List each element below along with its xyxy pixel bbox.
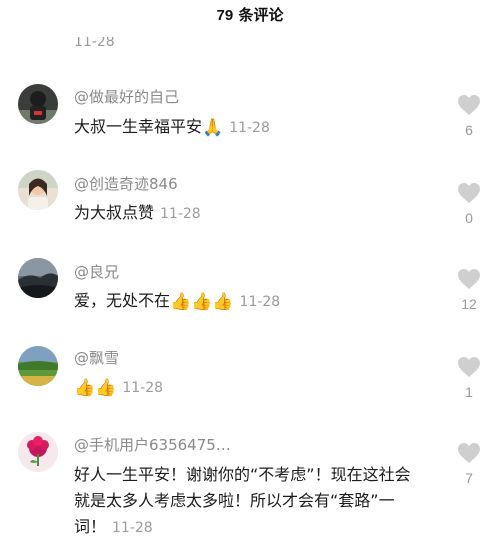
pray-emoji: 🙏 (202, 118, 224, 138)
avatar[interactable] (18, 258, 58, 298)
like-count: 7 (465, 470, 473, 486)
comments-header: 79 条评论 (0, 0, 500, 30)
comment-time: 11-28 (160, 206, 201, 222)
comment-message: 爱，无处不在 (74, 291, 171, 310)
thumbs-up-emoji: 👍👍👍 (170, 292, 234, 312)
avatar-flower-icon (18, 432, 58, 472)
like-count: 6 (465, 122, 473, 138)
comment-message: 大叔一生幸福平安 (74, 117, 203, 136)
heart-icon (458, 183, 480, 203)
comment-username[interactable]: @做最好的自己 (74, 87, 179, 107)
avatar[interactable] (18, 432, 58, 472)
like-button[interactable]: 7 (456, 442, 482, 486)
comment-username[interactable]: @飘雪 (74, 348, 119, 368)
comment-username[interactable]: @创造奇迹846 (74, 174, 178, 194)
comment-text: 大叔一生幸福平安🙏 11-28 (74, 114, 434, 141)
comment-text: 👍👍 11-28 (74, 374, 434, 401)
comment-text: 好人一生平安！谢谢你的“不考虑”！现在这社会就是太多人考虑太多啦！所以才会有“套… (74, 462, 414, 541)
comment-message: 为大叔点赞 (74, 203, 155, 222)
thumbs-up-emoji: 👍👍 (74, 378, 117, 398)
heart-icon (458, 269, 480, 289)
like-count: 12 (461, 296, 477, 312)
avatar-woman-portrait-icon (18, 170, 58, 210)
avatar-dark-portrait-icon (18, 84, 58, 124)
avatar[interactable] (18, 170, 58, 210)
comments-title: 条评论 (238, 6, 284, 24)
heart-icon (458, 95, 480, 115)
like-count: 1 (465, 384, 473, 400)
avatar-green-landscape-icon (18, 346, 58, 386)
previous-comment-time: 11-28 (74, 34, 115, 50)
comment-text: 爱，无处不在👍👍👍 11-28 (74, 288, 434, 315)
comment-time: 11-28 (229, 120, 270, 136)
avatar[interactable] (18, 84, 58, 124)
like-button[interactable]: 12 (456, 268, 482, 312)
comment-time: 11-28 (112, 520, 153, 536)
comment-username[interactable]: @良兄 (74, 262, 119, 282)
like-button[interactable]: 1 (456, 356, 482, 400)
comment-count: 79 (216, 7, 234, 24)
heart-icon (458, 443, 480, 463)
comment-time: 11-28 (122, 380, 164, 396)
like-button[interactable]: 0 (456, 182, 482, 226)
like-button[interactable]: 6 (456, 94, 482, 138)
comment-username[interactable]: @手机用户6356475… (74, 435, 231, 455)
comment-text: 为大叔点赞 11-28 (74, 200, 434, 227)
heart-icon (458, 357, 480, 377)
comment-time: 11-28 (239, 294, 281, 310)
like-count: 0 (465, 210, 473, 226)
avatar-sunset-landscape-icon (18, 258, 58, 298)
avatar[interactable] (18, 346, 58, 386)
